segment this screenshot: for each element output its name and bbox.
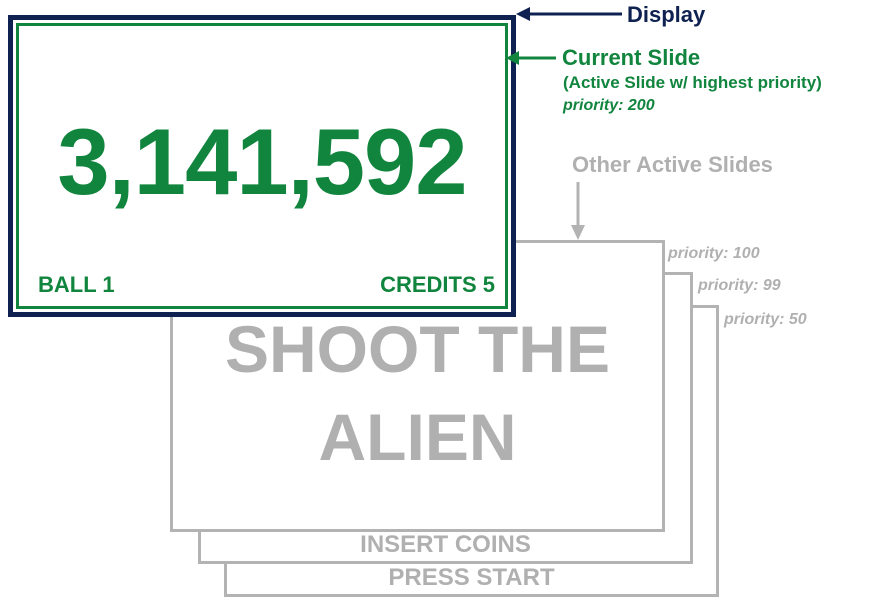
priority-100-label: priority: 100 bbox=[668, 245, 760, 262]
current-slide-label: Current Slide bbox=[562, 45, 701, 70]
priority-50-label: priority: 50 bbox=[724, 311, 807, 328]
current-slide-description: (Active Slide w/ highest priority) bbox=[563, 73, 822, 92]
current-slide-arrow bbox=[506, 51, 556, 65]
display-arrow bbox=[516, 7, 622, 21]
current-slide-priority: priority: 200 bbox=[563, 97, 655, 114]
other-active-slides-label: Other Active Slides bbox=[572, 152, 773, 177]
display-label: Display bbox=[627, 2, 706, 27]
priority-99-label: priority: 99 bbox=[698, 277, 781, 294]
other-slides-arrow bbox=[571, 182, 585, 240]
